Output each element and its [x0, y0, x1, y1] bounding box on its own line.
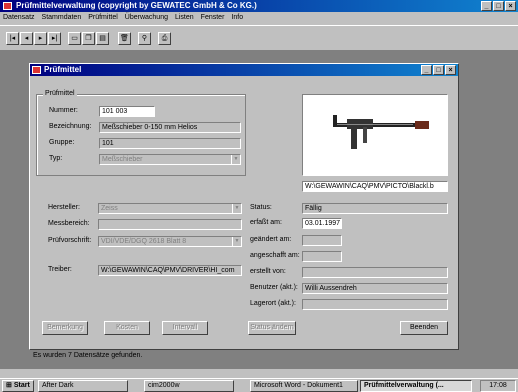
windows-logo-icon: ⊞ [6, 382, 12, 389]
menu-stammdaten[interactable]: Stammdaten [42, 12, 82, 24]
start-button[interactable]: ⊞ Start [2, 380, 34, 392]
erstellt-von-label: erstellt von: [250, 268, 286, 275]
menu-bar: Datensatz Stammdaten Prüfmittel Überwach… [0, 12, 518, 24]
window-title: Prüfmittel [44, 65, 82, 74]
typ-label: Typ: [49, 155, 63, 162]
window-minimize-button[interactable]: _ [421, 65, 432, 75]
treiber-label: Treiber: [48, 266, 72, 273]
prev-icon[interactable]: ◂ [20, 32, 33, 45]
task-microsoft-word[interactable]: Microsoft Word - Dokument1 [250, 380, 358, 392]
copy-icon[interactable]: ❐ [82, 32, 95, 45]
app-icon[interactable] [3, 2, 12, 10]
gruppe-field[interactable]: 101 [99, 138, 241, 149]
hersteller-label: Hersteller: [48, 204, 80, 211]
nummer-label: Nummer: [49, 107, 78, 114]
pruefmittel-window: Prüfmittel _ □ × Prüfmittel Nummer: 101 … [29, 63, 459, 350]
erfasst-am-label: erfaßt am: [250, 219, 282, 226]
chevron-down-icon[interactable]: ▼ [232, 204, 241, 213]
chevron-down-icon[interactable]: ▼ [232, 237, 241, 246]
messbereich-label: Messbereich: [48, 220, 90, 227]
typ-select-value: Meßschieber [102, 156, 143, 163]
typ-select[interactable]: Meßschieber ▼ [99, 154, 241, 165]
bezeichnung-label: Bezeichnung: [49, 123, 92, 130]
delete-icon[interactable]: 🗑 [118, 32, 131, 45]
minimize-button[interactable]: _ [481, 1, 492, 11]
search-icon[interactable]: ⚲ [138, 32, 151, 45]
window-titlebar[interactable]: Prüfmittel _ □ × [30, 64, 458, 76]
start-label: Start [13, 382, 30, 389]
menu-fenster[interactable]: Fenster [201, 12, 225, 24]
picture-path-field[interactable]: W:\GEWAWIN\CAQ\PMV\PICTO\Blackl.b [302, 181, 448, 192]
maximize-button[interactable]: □ [493, 1, 504, 11]
last-icon[interactable]: ▸| [48, 32, 61, 45]
lagerort-field[interactable] [302, 299, 448, 310]
erfasst-am-field[interactable]: 03.01.1997 [302, 218, 342, 229]
window-icon[interactable] [32, 66, 41, 74]
kosten-button[interactable]: Kosten [104, 321, 150, 335]
menu-pruefmittel[interactable]: Prüfmittel [88, 12, 118, 24]
angeschafft-am-label: angeschafft am: [250, 252, 300, 259]
treiber-field[interactable]: W:\GEWAWIN\CAQ\PMV\DRIVER\HI_com [98, 265, 242, 276]
task-after-dark[interactable]: After Dark [38, 380, 128, 392]
hersteller-select-value: Zeiss [101, 205, 118, 212]
save-icon[interactable]: ▤ [96, 32, 109, 45]
caliper-icon [333, 115, 429, 149]
menu-info[interactable]: Info [231, 12, 243, 24]
pruefvorschrift-label: Prüfvorschrift: [48, 237, 92, 244]
menu-listen[interactable]: Listen [175, 12, 194, 24]
geaendert-am-label: geändert am: [250, 236, 292, 243]
chevron-down-icon[interactable]: ▼ [231, 155, 240, 164]
task-pruefmittelverwaltung[interactable]: Prüfmittelverwaltung (... [360, 380, 472, 392]
geaendert-am-field[interactable] [302, 235, 342, 246]
status-label: Status: [250, 204, 272, 211]
angeschafft-am-field[interactable] [302, 251, 342, 262]
pruefmittel-picture [302, 94, 448, 176]
print-icon[interactable]: ⎙ [158, 32, 171, 45]
lagerort-label: Lagerort (akt.): [250, 300, 296, 307]
window-close-button[interactable]: × [445, 65, 456, 75]
pruefvorschrift-select-value: VDI/VDE/DGQ 2618 Blatt 8 [101, 238, 187, 245]
bemerkung-button[interactable]: Bemerkung [42, 321, 88, 335]
intervall-button[interactable]: Intervall [162, 321, 208, 335]
status-aendern-button[interactable]: Status ändern [248, 321, 296, 335]
nummer-field[interactable]: 101 003 [99, 106, 155, 117]
new-icon[interactable]: ▭ [68, 32, 81, 45]
menu-ueberwachung[interactable]: Überwachung [125, 12, 168, 24]
bezeichnung-field[interactable]: Meßschieber 0-150 mm Helios [99, 122, 241, 133]
first-icon[interactable]: |◂ [6, 32, 19, 45]
messbereich-field[interactable] [98, 219, 242, 230]
beenden-button[interactable]: Beenden [400, 321, 448, 335]
pruefvorschrift-select[interactable]: VDI/VDE/DGQ 2618 Blatt 8 ▼ [98, 236, 242, 247]
benutzer-label: Benutzer (akt.): [250, 284, 298, 291]
task-cim2000w[interactable]: cim2000w [144, 380, 234, 392]
status-bar: Es wurden 7 Datensätze gefunden. [29, 350, 459, 362]
status-field[interactable]: Fällig [302, 203, 448, 214]
groupbox-label: Prüfmittel [43, 90, 77, 97]
app-titlebar[interactable]: Prüfmittelverwaltung (copyright by GEWAT… [0, 0, 518, 12]
status-text: Es wurden 7 Datensätze gefunden. [33, 352, 143, 359]
hersteller-select[interactable]: Zeiss ▼ [98, 203, 242, 214]
menu-datensatz[interactable]: Datensatz [3, 12, 35, 24]
gruppe-label: Gruppe: [49, 139, 75, 146]
erstellt-von-field[interactable] [302, 267, 448, 278]
window-maximize-button[interactable]: □ [433, 65, 444, 75]
app-title: Prüfmittelverwaltung (copyright by GEWAT… [16, 1, 257, 10]
close-button[interactable]: × [505, 1, 516, 11]
next-icon[interactable]: ▸ [34, 32, 47, 45]
toolbar: |◂ ◂ ▸ ▸| ▭ ❐ ▤ 🗑 ⚲ ⎙ [0, 25, 518, 51]
taskbar: ⊞ Start After Dark cim2000w Microsoft Wo… [0, 378, 518, 392]
pruefmittel-groupbox: Prüfmittel Nummer: 101 003 Bezeichnung: … [36, 90, 246, 176]
clock: 17:08 [480, 380, 516, 392]
benutzer-field[interactable]: Willi Aussendreh [302, 283, 448, 294]
